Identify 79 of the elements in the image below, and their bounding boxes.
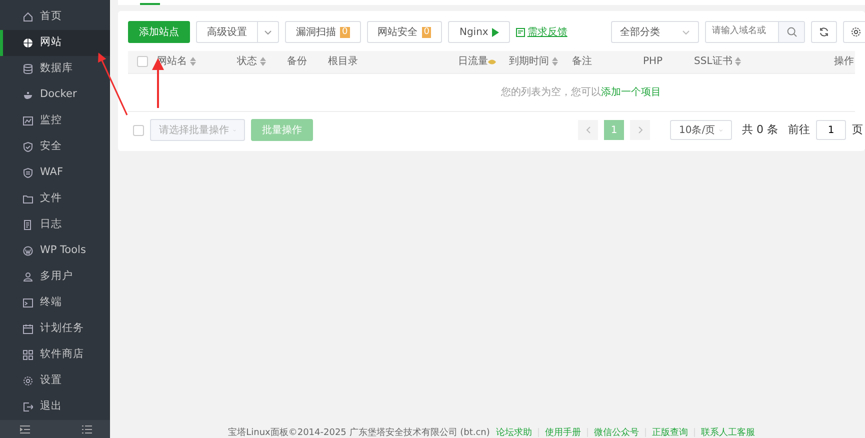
sidebar-item[interactable]: 网站 <box>0 30 110 56</box>
refresh-button[interactable] <box>811 21 837 43</box>
search-icon[interactable] <box>786 27 796 37</box>
column-header: 根目录 <box>328 56 358 68</box>
search-field[interactable]: 请输入域名或 <box>705 21 805 43</box>
nginx-button[interactable]: Nginx <box>448 21 510 43</box>
empty-message: 您的列表为空，您可以添加一个项目 <box>501 86 661 98</box>
terminal-icon <box>23 298 33 308</box>
sidebar-item[interactable]: 首页 <box>0 4 110 30</box>
sort-icon[interactable] <box>260 57 266 66</box>
page-input[interactable]: 1 <box>816 120 846 140</box>
monitor-icon <box>23 116 33 126</box>
edit-icon <box>516 28 526 36</box>
sidebar-item[interactable]: 设置 <box>0 368 110 394</box>
sort-icon[interactable] <box>735 57 742 66</box>
total-count: 共 0 条 <box>742 122 778 138</box>
toolbar-button[interactable]: 网站安全 0 <box>366 21 442 43</box>
dropdown-button[interactable] <box>257 21 279 43</box>
sidebar-item[interactable]: 数据库 <box>0 56 110 82</box>
database-icon <box>23 64 33 74</box>
column-header: SSL证书 <box>694 56 732 68</box>
settings-icon <box>851 27 861 37</box>
page-unit-label: 页 <box>852 122 863 138</box>
play-icon <box>492 28 500 36</box>
indent-icon[interactable] <box>20 424 30 434</box>
copyright-text: 宝塔Linux面板©2014-2025 广东堡塔安全技术有限公司 (bt.cn) <box>228 428 490 438</box>
next-page-button[interactable] <box>630 120 650 140</box>
column-header: 状态 <box>237 56 257 68</box>
annotation-arrow <box>98 52 128 116</box>
sort-icon[interactable] <box>552 57 558 66</box>
eye-icon <box>488 58 496 65</box>
active-tab-indicator <box>140 3 160 5</box>
previous-page-button[interactable] <box>578 120 598 140</box>
sidebar-item[interactable]: 日志 <box>0 212 110 238</box>
sidebar-item[interactable]: 计划任务 <box>0 316 110 342</box>
column-header: 备份 <box>287 56 307 68</box>
column-header: 到期时间 <box>509 56 549 68</box>
chevron-right-icon <box>638 126 642 134</box>
category-select[interactable]: 全部分类 <box>611 21 699 43</box>
sidebar-item[interactable]: 终端 <box>0 290 110 316</box>
settings-icon <box>23 376 33 386</box>
settings-button[interactable] <box>843 21 865 43</box>
chevron-left-icon <box>586 126 590 134</box>
sort-icon[interactable] <box>190 57 196 66</box>
shield-icon <box>23 142 33 152</box>
sidebar-item[interactable]: Docker <box>0 82 110 108</box>
count-badge: 0 <box>422 26 432 38</box>
grid-icon <box>23 350 33 360</box>
goto-label: 前往 <box>788 122 810 138</box>
column-header: 操作 <box>834 56 854 68</box>
globe-icon <box>23 38 33 48</box>
chevron-down-icon <box>264 30 272 34</box>
column-header: PHP <box>643 56 663 68</box>
page-size-select[interactable]: 10条/页 <box>670 120 732 140</box>
folder-icon <box>23 194 33 204</box>
column-header: 日流量 <box>458 56 488 68</box>
sidebar-item[interactable]: 安全 <box>0 134 110 160</box>
wordpress-icon <box>23 246 33 256</box>
document-icon <box>23 220 33 230</box>
toolbar-button[interactable]: 漏洞扫描 0 <box>285 21 361 43</box>
column-header: 备注 <box>572 56 592 68</box>
sidebar-item[interactable]: 文件 <box>0 186 110 212</box>
sidebar-item[interactable]: 退出 <box>0 394 110 420</box>
list-icon[interactable] <box>82 424 92 434</box>
chevron-down-icon <box>682 30 690 34</box>
refresh-icon <box>819 27 829 37</box>
settings-button[interactable]: 高级设置 <box>196 21 257 43</box>
sidebar-item[interactable]: 软件商店 <box>0 342 110 368</box>
sidebar-item[interactable]: WP Tools <box>0 238 110 264</box>
logout-icon <box>23 402 33 412</box>
sidebar-item[interactable]: 多用户 <box>0 264 110 290</box>
users-icon <box>23 272 33 282</box>
shield-icon <box>23 168 33 178</box>
select-all-checkbox[interactable] <box>136 56 148 68</box>
count-badge: 0 <box>340 26 350 38</box>
calendar-icon <box>23 324 33 334</box>
sidebar-item[interactable]: WAF <box>0 160 110 186</box>
sidebar-item[interactable]: 监控 <box>0 108 110 134</box>
home-icon <box>23 12 33 22</box>
